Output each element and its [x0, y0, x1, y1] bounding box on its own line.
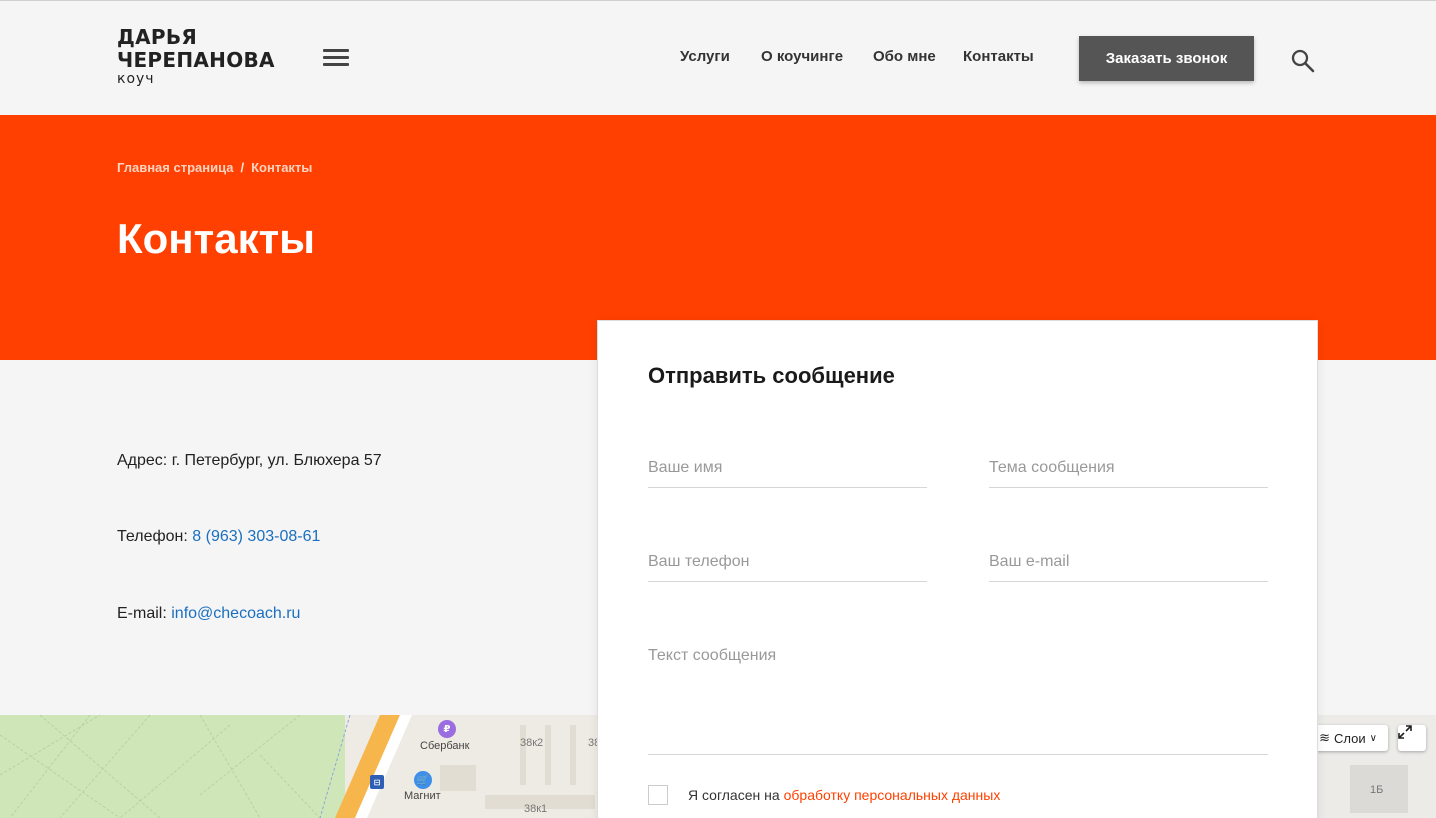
shop-pin-icon[interactable]: 🛒 — [414, 771, 432, 789]
phone-link[interactable]: 8 (963) 303-08-61 — [192, 528, 320, 545]
breadcrumb: Главная страница / Контакты — [117, 160, 312, 175]
phone-label: Телефон: — [117, 528, 188, 545]
map-label-magnit: Магнит — [404, 790, 441, 802]
map-label-sberbank: Сбербанк — [420, 740, 470, 752]
subject-input[interactable] — [989, 459, 1268, 488]
nav-item-contacts[interactable]: Контакты — [963, 48, 1034, 65]
address-label: Адрес: — [117, 452, 168, 469]
privacy-policy-link[interactable]: обработку персональных данных — [784, 787, 1001, 803]
menu-icon[interactable] — [323, 49, 349, 69]
phone-line: Телефон: 8 (963) 303-08-61 — [117, 528, 320, 546]
order-call-button[interactable]: Заказать звонок — [1079, 36, 1254, 81]
transit-stop-icon[interactable]: ⊟ — [370, 775, 384, 789]
fullscreen-button[interactable] — [1398, 725, 1426, 751]
site-header: ДАРЬЯ ЧЕРЕПАНОВА коуч Услуги О коучинге … — [0, 0, 1436, 115]
consent-row: Я согласен на обработку персональных дан… — [648, 785, 1000, 805]
map-label-38k1: 38к1 — [524, 803, 548, 815]
map-layers-label: Слои — [1333, 730, 1366, 746]
map-label-38k2: 38к2 — [520, 737, 544, 749]
consent-text: Я согласен на — [688, 787, 780, 803]
breadcrumb-separator: / — [240, 160, 245, 175]
logo[interactable]: ДАРЬЯ ЧЕРЕПАНОВА коуч — [117, 25, 287, 87]
nav-item-about-me[interactable]: Обо мне — [873, 48, 936, 65]
search-icon[interactable] — [1290, 48, 1316, 74]
name-input[interactable] — [648, 459, 927, 488]
nav-item-services[interactable]: Услуги — [680, 48, 730, 65]
email-input[interactable] — [989, 553, 1268, 582]
nav-item-about-coaching[interactable]: О коучинге — [761, 48, 843, 65]
page-title: Контакты — [117, 215, 316, 262]
expand-icon — [1398, 725, 1412, 739]
form-title: Отправить сообщение — [648, 363, 895, 388]
breadcrumb-home[interactable]: Главная страница — [117, 160, 233, 175]
consent-checkbox[interactable] — [648, 785, 668, 805]
message-textarea[interactable] — [648, 647, 1268, 755]
phone-input[interactable] — [648, 553, 927, 582]
logo-line-1: ДАРЬЯ — [117, 25, 198, 49]
address-value: г. Петербург, ул. Блюхера 57 — [171, 452, 382, 469]
layers-icon: ≋ — [1319, 730, 1330, 745]
map-label-1b: 1Б — [1370, 784, 1384, 796]
address-line: Адрес: г. Петербург, ул. Блюхера 57 — [117, 452, 382, 470]
chevron-down-icon: ∨ — [1369, 732, 1377, 744]
bank-pin-icon[interactable]: ₽ — [438, 720, 456, 738]
message-form: Отправить сообщение Я согласен на обрабо… — [597, 320, 1318, 818]
email-line: E-mail: info@checoach.ru — [117, 605, 300, 623]
map-layers-button[interactable]: ≋ Слои ∨ — [1308, 725, 1388, 751]
breadcrumb-current: Контакты — [251, 160, 313, 175]
email-link[interactable]: info@checoach.ru — [171, 605, 300, 622]
logo-line-2: ЧЕРЕПАНОВА — [117, 48, 275, 72]
logo-line-3: коуч — [117, 71, 155, 87]
email-label: E-mail: — [117, 605, 167, 622]
